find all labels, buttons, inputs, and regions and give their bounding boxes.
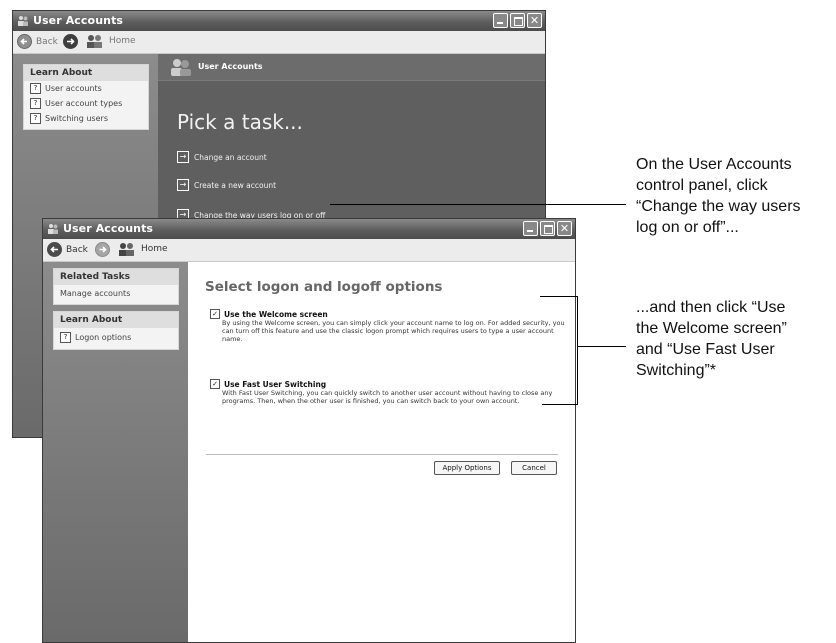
user-accounts-icon	[171, 59, 191, 76]
back-label: Back	[66, 244, 88, 255]
close-button[interactable]: ✕	[557, 221, 572, 236]
welcome-screen-label[interactable]: Use the Welcome screen	[224, 310, 328, 319]
bracket-bottom	[542, 404, 578, 406]
back-arrow-icon	[47, 242, 62, 257]
logon-options-link[interactable]: ? Logon options	[54, 328, 178, 349]
learn-link-user-accounts[interactable]: ? User accounts	[24, 81, 148, 96]
sidebar: Related Tasks Manage accounts Learn Abou…	[43, 262, 188, 642]
title-bar[interactable]: User Accounts ✕	[13, 11, 545, 31]
cancel-button[interactable]: Cancel	[511, 461, 557, 475]
maximize-button[interactable]	[540, 221, 555, 236]
user-accounts-app-icon	[18, 16, 28, 26]
welcome-screen-checkbox[interactable]: ✓	[210, 309, 220, 319]
home-users-icon	[87, 35, 102, 48]
annotation-2: ...and then click “Use the Welcome scree…	[636, 299, 787, 379]
annotation-1: On the User Accounts control panel, clic…	[636, 156, 801, 236]
help-icon: ?	[30, 113, 41, 124]
pick-a-task-heading: Pick a task...	[177, 110, 303, 134]
fast-user-switching-option: ✓ Use Fast User Switching With Fast User…	[210, 379, 570, 405]
user-accounts-window-front: User Accounts ✕ Back Home Related Tasks …	[42, 218, 576, 643]
user-accounts-app-icon	[48, 224, 58, 234]
related-tasks-header: Related Tasks	[54, 269, 178, 285]
welcome-screen-option: ✓ Use the Welcome screen By using the We…	[210, 309, 570, 343]
page-title: Select logon and logoff options	[205, 279, 443, 295]
forward-arrow-icon	[95, 242, 110, 257]
home-label: Home	[109, 36, 136, 46]
back-label: Back	[36, 36, 58, 47]
welcome-screen-description: By using the Welcome screen, you can sim…	[222, 319, 565, 343]
help-icon: ?	[30, 98, 41, 109]
learn-about-panel: Learn About ? User accounts ? User account…	[23, 64, 149, 130]
help-icon: ?	[60, 332, 71, 343]
toolbar: Back Home	[13, 31, 545, 54]
window-title: User Accounts	[63, 222, 154, 235]
learn-link-user-account-types[interactable]: ? User account types	[24, 96, 148, 111]
back-button[interactable]: Back	[17, 34, 58, 49]
window-title: User Accounts	[33, 14, 124, 27]
arrow-icon: →	[177, 151, 189, 163]
maximize-button[interactable]	[510, 13, 525, 28]
back-arrow-icon	[17, 34, 32, 49]
minimize-button[interactable]	[523, 221, 538, 236]
fast-user-switching-checkbox[interactable]: ✓	[210, 379, 220, 389]
learn-about-header: Learn About	[54, 312, 178, 328]
home-button[interactable]: Home	[85, 34, 136, 48]
forward-arrow-icon	[63, 34, 78, 49]
bracket-vertical	[577, 296, 579, 405]
title-bar[interactable]: User Accounts ✕	[43, 219, 575, 239]
home-users-icon	[119, 243, 134, 256]
minimize-button[interactable]	[493, 13, 508, 28]
close-button[interactable]: ✕	[527, 13, 542, 28]
learn-about-panel: Learn About ? Logon options	[53, 311, 179, 350]
help-icon: ?	[30, 83, 41, 94]
header-strip: User Accounts	[158, 54, 545, 81]
fast-user-switching-description: With Fast User Switching, you can quickl…	[222, 389, 553, 405]
toolbar: Back Home	[43, 239, 575, 262]
main-content: Select logon and logoff options ✓ Use th…	[188, 262, 575, 642]
forward-button[interactable]	[63, 34, 78, 49]
related-tasks-panel: Related Tasks Manage accounts	[53, 268, 179, 305]
forward-button[interactable]	[95, 242, 110, 257]
callout-line-1	[330, 204, 626, 206]
fast-user-switching-label[interactable]: Use Fast User Switching	[224, 380, 326, 389]
strip-title: User Accounts	[198, 62, 263, 71]
learn-about-header: Learn About	[24, 65, 148, 81]
callout-line-2	[578, 346, 626, 348]
back-button[interactable]: Back	[47, 242, 88, 257]
task-change-account[interactable]: → Change an account	[177, 151, 267, 163]
home-button[interactable]: Home	[117, 242, 168, 256]
arrow-icon: →	[177, 179, 189, 191]
apply-options-button[interactable]: Apply Options	[434, 461, 500, 475]
manage-accounts-link[interactable]: Manage accounts	[54, 285, 178, 304]
bracket-top	[540, 296, 578, 298]
home-label: Home	[141, 244, 168, 254]
divider	[206, 454, 558, 455]
task-create-account[interactable]: → Create a new account	[177, 179, 276, 191]
learn-link-switching-users[interactable]: ? Switching users	[24, 111, 148, 129]
